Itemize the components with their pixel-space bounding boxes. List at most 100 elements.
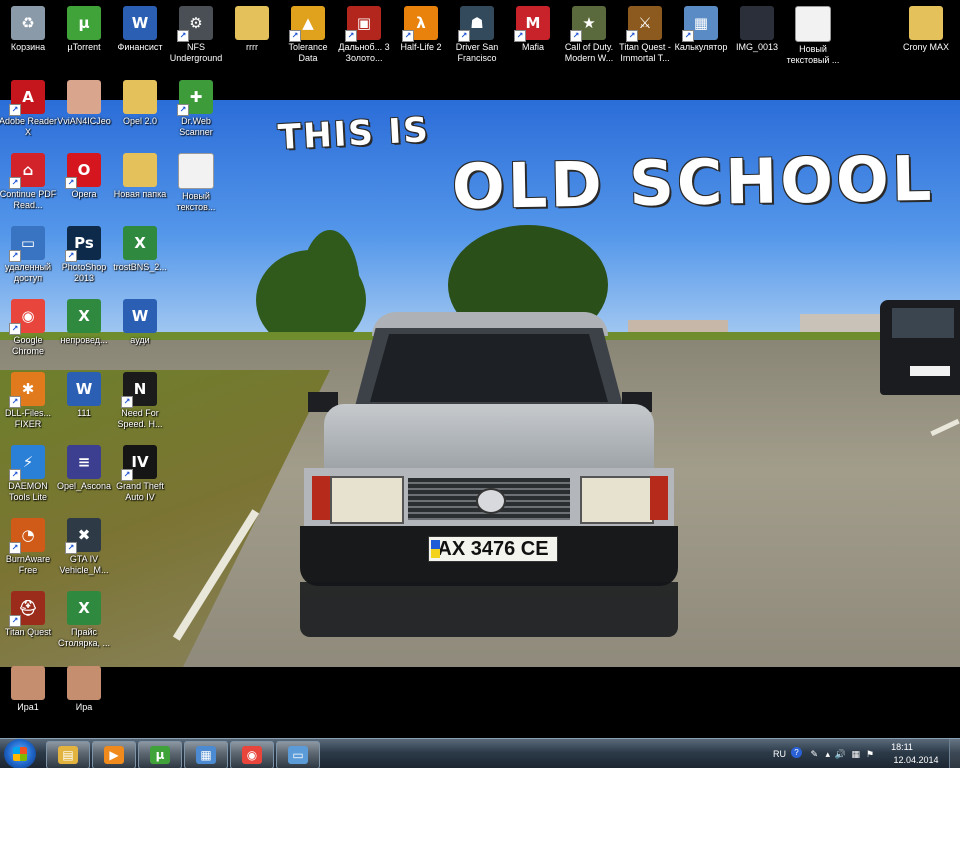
picture-viewer-taskbar-button[interactable]: ▭	[276, 741, 320, 768]
desktop-icon-label: trostBNS_2...	[113, 262, 167, 272]
input-settings-icon[interactable]: ✎	[810, 749, 818, 760]
windows-explorer-taskbar-button[interactable]: ▤	[46, 741, 90, 768]
desktop-icon[interactable]: ⌂ ↗ Continue PDF Read...	[0, 153, 56, 211]
desktop-icon[interactable]: µ µTorrent	[56, 6, 112, 53]
volume-icon[interactable]: 🔊	[835, 749, 846, 760]
desktop-icon-label: µTorrent	[67, 42, 101, 52]
desktop-icon-label: Прайс Столярка, ...	[57, 627, 111, 648]
desktop-icon-label: Tolerance Data	[288, 42, 328, 63]
chrome-icon: ◉	[242, 746, 262, 764]
show-hidden-icons-chevron-icon[interactable]: ▴	[825, 749, 830, 760]
show-desktop-button[interactable]	[949, 739, 960, 768]
call-of-duty-icon: ★ ↗	[570, 6, 606, 42]
desktop-icon-label: Driver San Francisco	[455, 42, 499, 63]
document-file-icon: ≡	[67, 445, 101, 479]
language-indicator[interactable]: RU	[773, 749, 786, 759]
desktop-icon[interactable]: Ира	[56, 666, 112, 713]
desktop-icon-label: Call of Duty. Modern W...	[564, 42, 614, 63]
desktop-icon[interactable]: λ ↗ Half-Life 2	[393, 6, 449, 53]
desktop-icon[interactable]: W Финансист	[112, 6, 168, 53]
desktop-icon[interactable]: ⚔ ↗ Titan Quest - Immortal T...	[617, 6, 673, 64]
desktop-icon-label: Mafia	[521, 42, 544, 52]
desktop-icon-label: Half-Life 2	[400, 42, 442, 52]
windows-explorer-icon: ▤	[58, 746, 78, 764]
utorrent-taskbar-button[interactable]: µ	[138, 741, 182, 768]
desktop-icon-label: Crony MAX	[902, 42, 949, 52]
tolerance-data-icon: ▲ ↗	[289, 6, 325, 42]
desktop-icon-label: Ира	[75, 702, 93, 712]
control-panel-taskbar-button[interactable]: ▦	[184, 741, 228, 768]
word-document-icon: W	[67, 372, 101, 406]
desktop-icon-label: 111	[77, 408, 91, 418]
text-file-icon	[178, 153, 214, 189]
desktop-icon[interactable]: Новая папка	[112, 153, 168, 200]
desktop-icon[interactable]: Crony MAX	[898, 6, 954, 53]
titan-quest-icon: ⛑ ↗	[9, 591, 45, 627]
desktop-icon[interactable]: ✱ ↗ DLL-Files... FIXER	[0, 372, 56, 430]
desktop-icon[interactable]: N ↗ Need For Speed. H...	[112, 372, 168, 430]
help-icon[interactable]: ?	[791, 747, 802, 758]
desktop-icon[interactable]: VviAN4ICJeo	[56, 80, 112, 127]
desktop-icon[interactable]: Wауди	[112, 299, 168, 346]
desktop-icon-label: непровед...	[60, 335, 108, 345]
desktop-icon[interactable]: Ира1	[0, 666, 56, 713]
dll-files-fixer-icon: ✱ ↗	[9, 372, 45, 408]
utorrent-icon: µ	[67, 6, 101, 40]
shortcut-arrow-icon: ↗	[9, 104, 21, 116]
desktop-icon[interactable]: ☗ ↗ Driver San Francisco	[449, 6, 505, 64]
network-icon[interactable]: ▦	[851, 749, 860, 760]
clock-time[interactable]: 18:11	[872, 742, 932, 752]
desktop-icon[interactable]: ◉ ↗ Google Chrome	[0, 299, 56, 357]
desktop-icon[interactable]: Opel 2.0	[112, 80, 168, 127]
desktop-icon[interactable]: X Прайс Столярка, ...	[56, 591, 112, 649]
desktop-icon-label: Grand Theft Auto IV	[116, 481, 164, 502]
desktop-icon[interactable]: ▲ ↗ Tolerance Data	[280, 6, 336, 64]
desktop-icon[interactable]: ✖ ↗ GTA IV Vehicle_M...	[56, 518, 112, 576]
desktop-screen: THIS IS OLD SCHOOL AX 3476 CE ♻ Корзина µ µ…	[0, 0, 960, 768]
excel-document-icon: X	[67, 299, 101, 333]
shortcut-arrow-icon: ↗	[65, 542, 77, 554]
desktop-icon[interactable]: ◔ ↗ BurnAware Free	[0, 518, 56, 576]
start-button[interactable]	[4, 739, 36, 768]
desktop-icon[interactable]: O ↗ Opera	[56, 153, 112, 200]
desktop-icon[interactable]: XtrostBNS_2...	[112, 226, 168, 273]
desktop-icon[interactable]: ≡ Opel_Ascona	[56, 445, 112, 492]
desktop-icon[interactable]: ⚡ ↗ DAEMON Tools Lite	[0, 445, 56, 503]
desktop-icon[interactable]: Новый текстов...	[168, 153, 224, 213]
desktop-icon[interactable]: W 111	[56, 372, 112, 419]
desktop-icon[interactable]: M ↗ Mafia	[505, 6, 561, 53]
nfs-underground-icon: ⚙ ↗	[177, 6, 213, 42]
calculator-icon: ▦ ↗	[682, 6, 718, 42]
desktop-icon[interactable]: ⛑ ↗ Titan Quest	[0, 591, 56, 638]
desktop-icon[interactable]: A ↗ Adobe Reader X	[0, 80, 57, 138]
shortcut-arrow-icon: ↗	[9, 177, 21, 189]
chrome-taskbar-button[interactable]: ◉	[230, 741, 274, 768]
remote-desktop-icon: ▭ ↗	[9, 226, 45, 262]
wallpaper-truck	[880, 300, 960, 395]
daemon-tools-icon: ⚡ ↗	[9, 445, 45, 481]
need-for-speed-icon: N ↗	[121, 372, 157, 408]
shortcut-arrow-icon: ↗	[626, 30, 638, 42]
desktop-icon[interactable]: ♻ Корзина	[0, 6, 56, 53]
desktop-icon[interactable]: Xнепровед...	[56, 299, 112, 346]
desktop-icon[interactable]: ▣ ↗ Дальноб... 3 Золото...	[336, 6, 392, 64]
google-chrome-icon: ◉ ↗	[9, 299, 45, 335]
desktop-icon[interactable]: ▦ ↗ Калькулятор	[673, 6, 729, 53]
clock-date[interactable]: 12.04.2014	[886, 755, 946, 765]
desktop-icon[interactable]: Новый текстовый ...	[785, 6, 841, 66]
desktop-icon[interactable]: IMG_0013	[729, 6, 785, 53]
desktop-icon[interactable]: IV ↗ Grand Theft Auto IV	[112, 445, 168, 503]
shortcut-arrow-icon: ↗	[177, 104, 189, 116]
shortcut-arrow-icon: ↗	[177, 30, 189, 42]
desktop-icon[interactable]: rrrr	[224, 6, 280, 53]
desktop-icon[interactable]: Ps ↗ PhotoShop 2013	[56, 226, 112, 284]
desktop-icon[interactable]: ✚ ↗ Dr.Web Scanner	[168, 80, 224, 138]
media-player-taskbar-button[interactable]: ▶	[92, 741, 136, 768]
desktop-icon-label: Дальноб... 3 Золото...	[338, 42, 390, 63]
shortcut-arrow-icon: ↗	[65, 177, 77, 189]
desktop-icon[interactable]: ▭ ↗ удаленный доступ	[0, 226, 56, 284]
desktop-icon[interactable]: ⚙ ↗ NFS Underground	[168, 6, 224, 64]
desktop-icon-label: Google Chrome	[11, 335, 44, 356]
control-panel-icon: ▦	[196, 746, 216, 764]
desktop-icon[interactable]: ★ ↗ Call of Duty. Modern W...	[561, 6, 617, 64]
